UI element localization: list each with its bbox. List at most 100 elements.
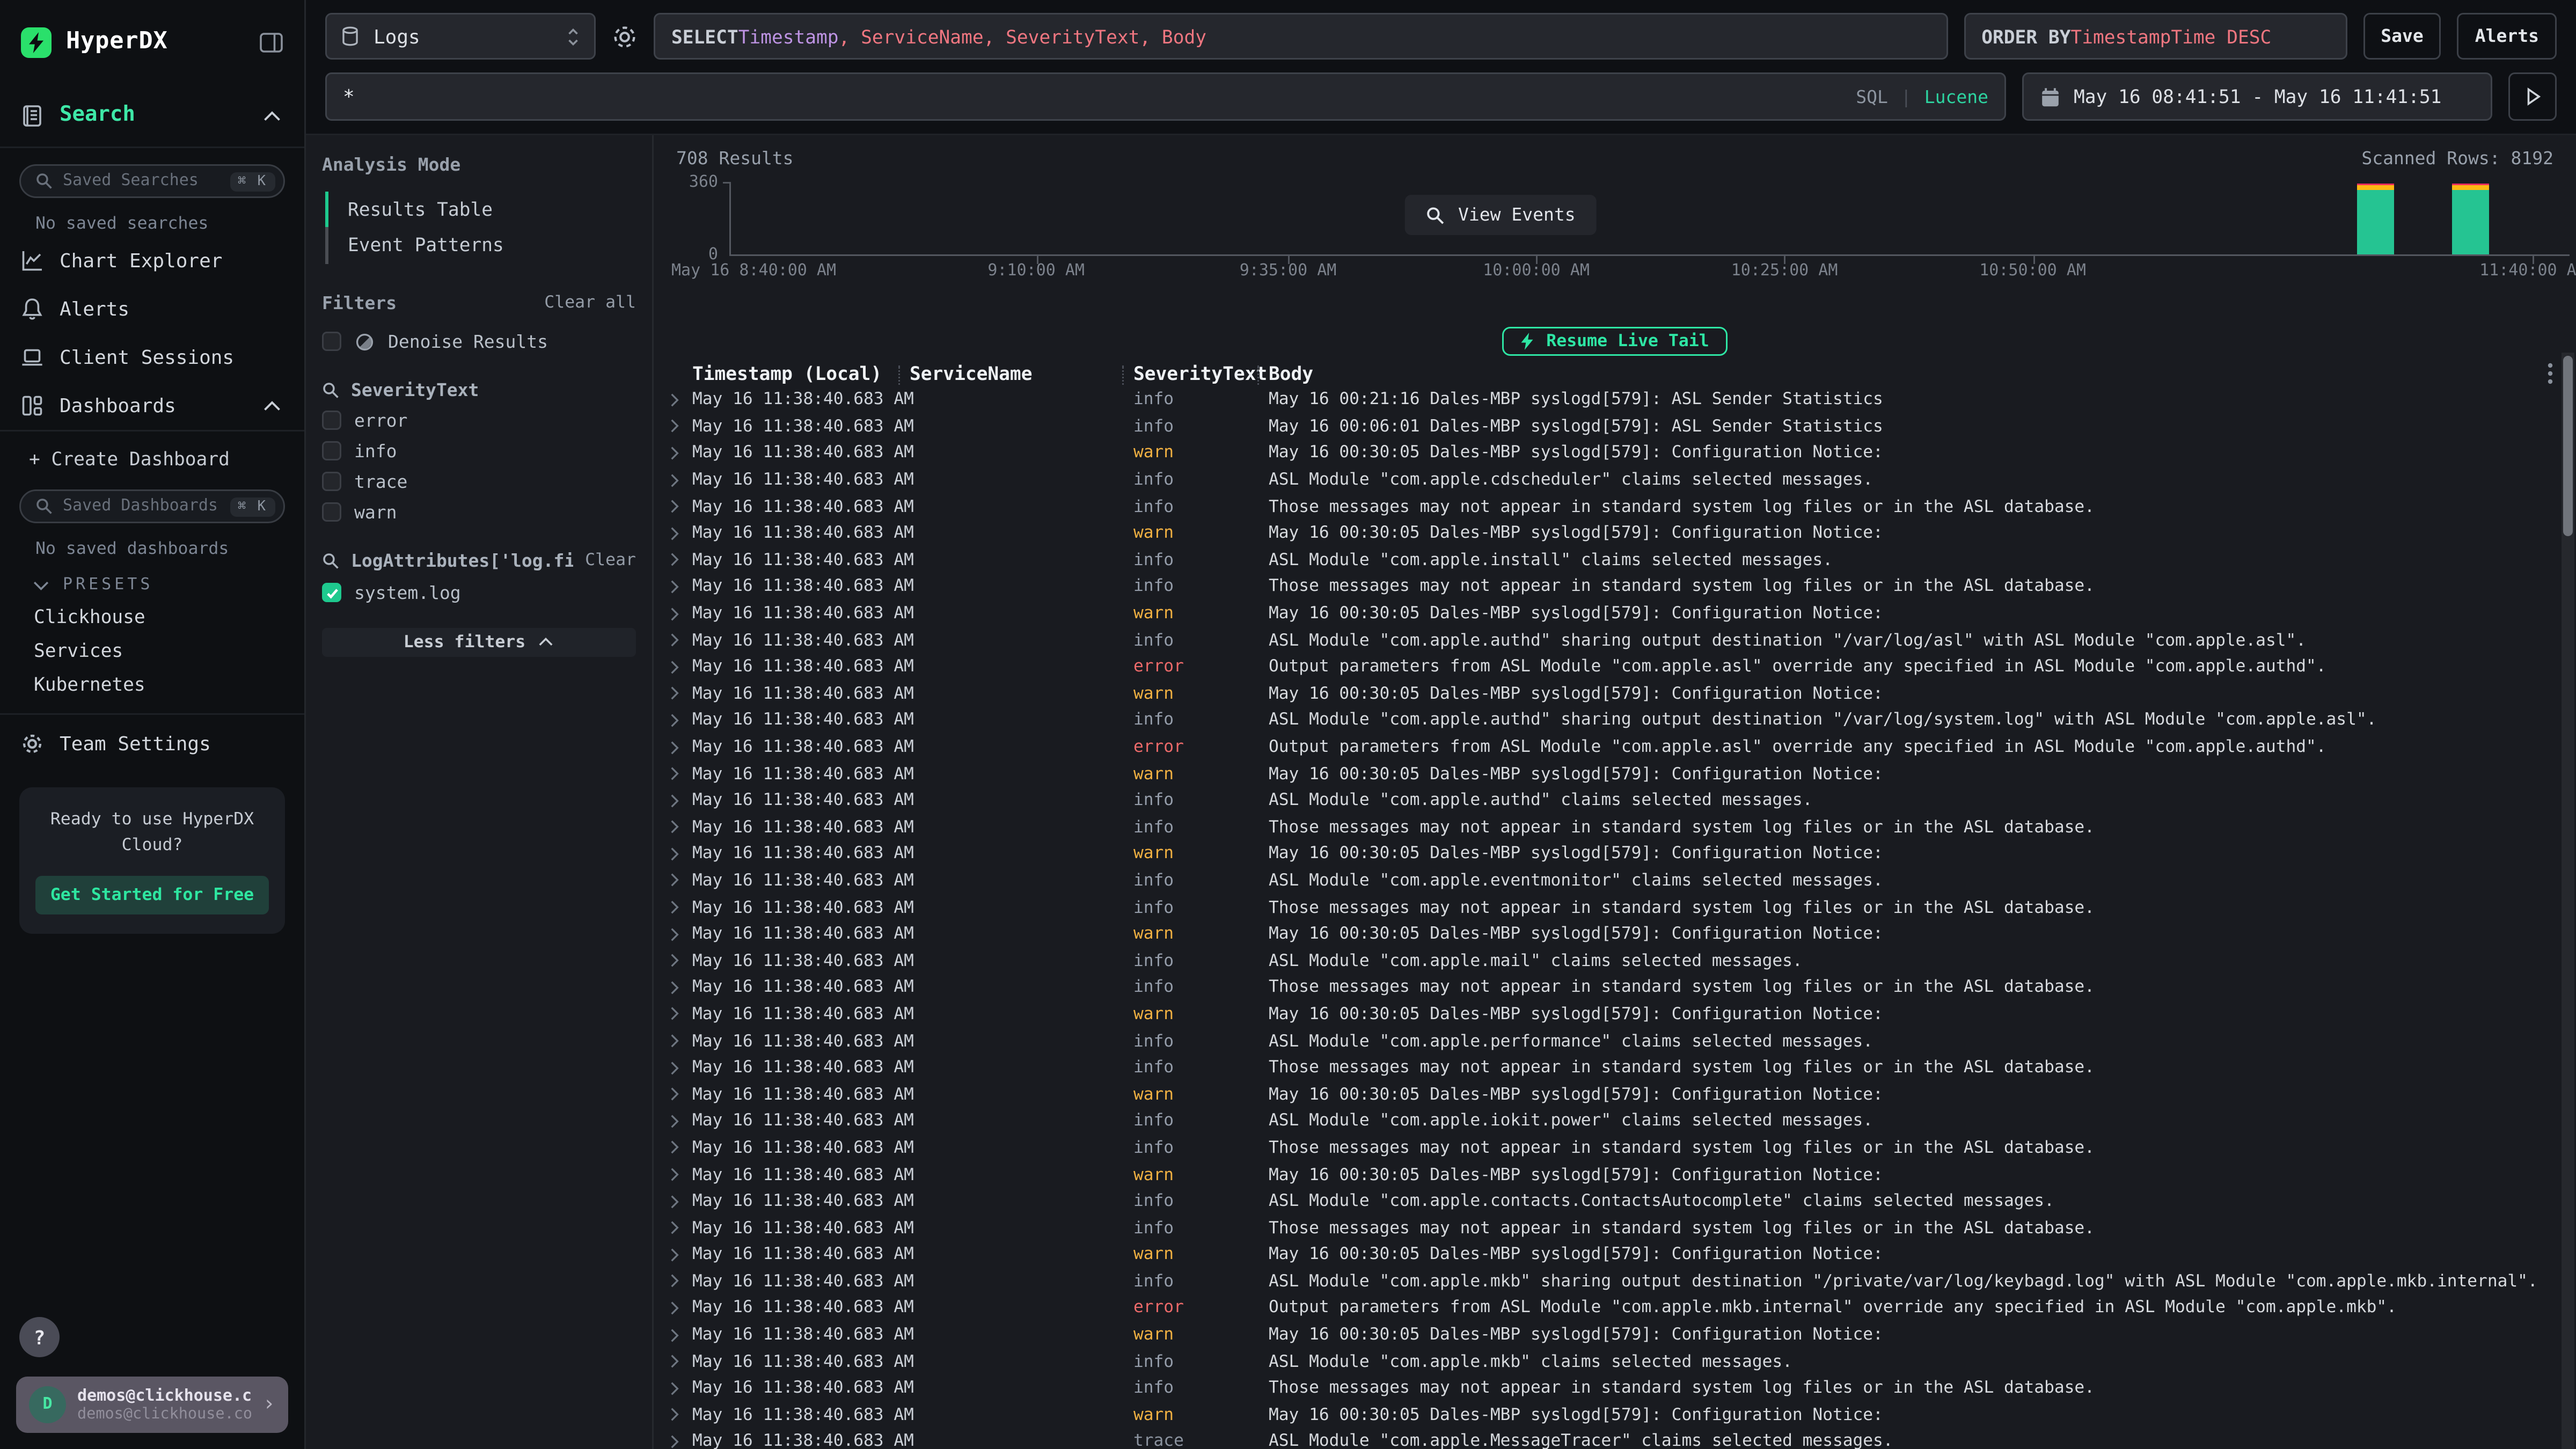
row-expand-chevron-icon[interactable]	[670, 633, 692, 647]
table-row[interactable]: May 16 11:38:40.683 AM error Output para…	[670, 654, 2576, 680]
source-settings-gear-icon[interactable]	[612, 24, 638, 49]
sidebar-item-chart-explorer[interactable]: Chart Explorer	[0, 237, 304, 285]
saved-searches-input[interactable]: Saved Searches ⌘ K	[19, 164, 285, 198]
table-row[interactable]: May 16 11:38:40.683 AM warn May 16 00:30…	[670, 760, 2576, 787]
row-expand-chevron-icon[interactable]	[670, 847, 692, 861]
row-expand-chevron-icon[interactable]	[670, 900, 692, 914]
table-row[interactable]: May 16 11:38:40.683 AM info Those messag…	[670, 814, 2576, 841]
table-options-menu-icon[interactable]	[2547, 362, 2553, 385]
row-expand-chevron-icon[interactable]	[670, 660, 692, 674]
table-row[interactable]: May 16 11:38:40.683 AM info May 16 00:21…	[670, 386, 2576, 413]
row-expand-chevron-icon[interactable]	[670, 553, 692, 567]
row-expand-chevron-icon[interactable]	[670, 580, 692, 594]
row-expand-chevron-icon[interactable]	[670, 1274, 692, 1289]
row-expand-chevron-icon[interactable]	[670, 793, 692, 808]
row-expand-chevron-icon[interactable]	[670, 1381, 692, 1395]
row-expand-chevron-icon[interactable]	[670, 1435, 692, 1449]
row-expand-chevron-icon[interactable]	[670, 1060, 692, 1075]
help-button[interactable]: ?	[19, 1317, 60, 1357]
histogram-bar[interactable]	[2357, 183, 2394, 254]
select-columns-input[interactable]: SELECT Timestamp, ServiceName, SeverityT…	[654, 13, 1948, 60]
row-expand-chevron-icon[interactable]	[670, 1247, 692, 1262]
col-header-body[interactable]: Body	[1257, 362, 2576, 384]
table-row[interactable]: May 16 11:38:40.683 AM info ASL Module "…	[670, 947, 2576, 974]
table-row[interactable]: May 16 11:38:40.683 AM info Those messag…	[670, 894, 2576, 921]
lang-sql-option[interactable]: SQL	[1856, 86, 1888, 107]
severity-checkbox[interactable]	[322, 503, 341, 522]
row-expand-chevron-icon[interactable]	[670, 1328, 692, 1342]
table-row[interactable]: May 16 11:38:40.683 AM info Those messag…	[670, 1214, 2576, 1241]
table-row[interactable]: May 16 11:38:40.683 AM info ASL Module "…	[670, 1268, 2576, 1295]
table-row[interactable]: May 16 11:38:40.683 AM warn May 16 00:30…	[670, 840, 2576, 867]
sidebar-collapse-icon[interactable]	[259, 30, 283, 54]
table-row[interactable]: May 16 11:38:40.683 AM warn May 16 00:30…	[670, 1001, 2576, 1028]
row-expand-chevron-icon[interactable]	[670, 1408, 692, 1422]
row-expand-chevron-icon[interactable]	[670, 1301, 692, 1315]
row-expand-chevron-icon[interactable]	[670, 1140, 692, 1155]
preset-item[interactable]: Clickhouse	[0, 599, 304, 633]
row-expand-chevron-icon[interactable]	[670, 713, 692, 728]
vertical-scrollbar[interactable]	[2562, 353, 2574, 1449]
row-expand-chevron-icon[interactable]	[670, 606, 692, 621]
table-row[interactable]: May 16 11:38:40.683 AM info ASL Module "…	[670, 547, 2576, 574]
row-expand-chevron-icon[interactable]	[670, 1167, 692, 1182]
lang-lucene-option[interactable]: Lucene	[1924, 86, 1988, 107]
sidebar-item-alerts[interactable]: Alerts	[0, 285, 304, 333]
row-expand-chevron-icon[interactable]	[670, 1194, 692, 1209]
row-expand-chevron-icon[interactable]	[670, 1355, 692, 1369]
run-query-button[interactable]	[2508, 72, 2557, 121]
user-menu[interactable]: D demos@clickhouse.com demos@clickhouse.…	[16, 1377, 288, 1433]
sidebar-item-client-sessions[interactable]: Client Sessions	[0, 333, 304, 382]
save-button[interactable]: Save	[2363, 13, 2441, 60]
severity-checkbox[interactable]	[322, 411, 341, 430]
row-expand-chevron-icon[interactable]	[670, 820, 692, 835]
table-row[interactable]: May 16 11:38:40.683 AM warn May 16 00:30…	[670, 1402, 2576, 1429]
sidebar-item-team-settings[interactable]: Team Settings	[0, 715, 304, 768]
preset-item[interactable]: Services	[0, 633, 304, 667]
mode-event-patterns[interactable]: Event Patterns	[325, 228, 636, 264]
row-expand-chevron-icon[interactable]	[670, 954, 692, 968]
row-expand-chevron-icon[interactable]	[670, 873, 692, 888]
row-expand-chevron-icon[interactable]	[670, 526, 692, 540]
denoise-checkbox[interactable]	[322, 332, 341, 352]
table-row[interactable]: May 16 11:38:40.683 AM warn May 16 00:30…	[670, 520, 2576, 547]
table-row[interactable]: May 16 11:38:40.683 AM info ASL Module "…	[670, 1188, 2576, 1214]
severity-option[interactable]: error	[322, 410, 636, 431]
logattr-option-systemlog[interactable]: system.log	[322, 582, 636, 603]
severity-option[interactable]: info	[322, 441, 636, 462]
table-row[interactable]: May 16 11:38:40.683 AM info ASL Module "…	[670, 1108, 2576, 1135]
get-started-button[interactable]: Get Started for Free	[35, 875, 269, 914]
table-row[interactable]: May 16 11:38:40.683 AM info Those messag…	[670, 493, 2576, 520]
table-row[interactable]: May 16 11:38:40.683 AM warn May 16 00:30…	[670, 440, 2576, 467]
col-header-severitytext[interactable]: SeverityText	[1122, 362, 1257, 384]
row-expand-chevron-icon[interactable]	[670, 446, 692, 460]
row-expand-chevron-icon[interactable]	[670, 686, 692, 701]
saved-dashboards-input[interactable]: Saved Dashboards ⌘ K	[19, 489, 285, 523]
table-row[interactable]: May 16 11:38:40.683 AM info May 16 00:06…	[670, 413, 2576, 440]
scrollbar-thumb[interactable]	[2563, 356, 2573, 536]
histogram-bar[interactable]	[2452, 183, 2489, 254]
row-expand-chevron-icon[interactable]	[670, 1114, 692, 1128]
query-search-input[interactable]: * SQL | Lucene	[325, 72, 2006, 121]
row-expand-chevron-icon[interactable]	[670, 1087, 692, 1102]
table-row[interactable]: May 16 11:38:40.683 AM info Those messag…	[670, 974, 2576, 1001]
view-events-button[interactable]: View Events	[1405, 195, 1597, 235]
language-toggle[interactable]: SQL | Lucene	[1856, 86, 1988, 107]
preset-item[interactable]: Kubernetes	[0, 667, 304, 700]
table-row[interactable]: May 16 11:38:40.683 AM info Those messag…	[670, 573, 2576, 600]
table-row[interactable]: May 16 11:38:40.683 AM warn May 16 00:30…	[670, 1161, 2576, 1188]
table-row[interactable]: May 16 11:38:40.683 AM warn May 16 00:30…	[670, 1321, 2576, 1348]
severity-checkbox[interactable]	[322, 472, 341, 492]
row-expand-chevron-icon[interactable]	[670, 980, 692, 995]
sidebar-item-search[interactable]: Search	[0, 84, 304, 147]
row-expand-chevron-icon[interactable]	[670, 500, 692, 514]
table-row[interactable]: May 16 11:38:40.683 AM trace ASL Module …	[670, 1428, 2576, 1449]
severity-option[interactable]: trace	[322, 471, 636, 492]
table-row[interactable]: May 16 11:38:40.683 AM info Those messag…	[670, 1135, 2576, 1161]
clear-all-link[interactable]: Clear all	[544, 294, 636, 313]
date-range-picker[interactable]: May 16 08:41:51 - May 16 11:41:51	[2022, 72, 2492, 121]
table-row[interactable]: May 16 11:38:40.683 AM info ASL Module "…	[670, 466, 2576, 493]
table-row[interactable]: May 16 11:38:40.683 AM warn May 16 00:30…	[670, 921, 2576, 948]
row-expand-chevron-icon[interactable]	[670, 927, 692, 941]
less-filters-button[interactable]: Less filters	[322, 627, 636, 656]
